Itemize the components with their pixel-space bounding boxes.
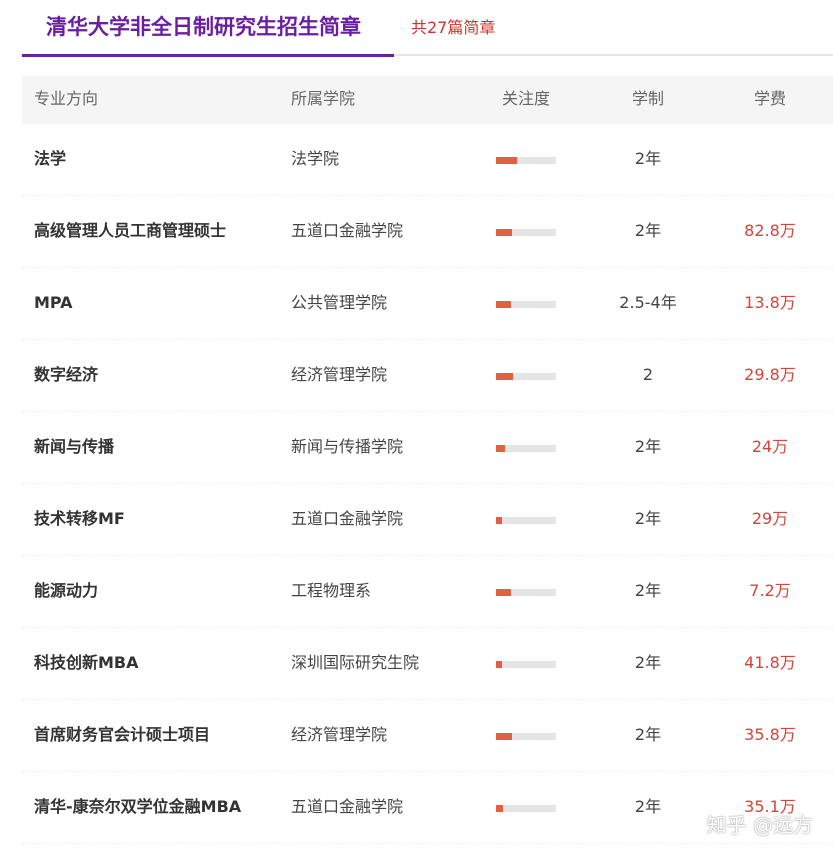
attention-bar-fill bbox=[496, 229, 513, 236]
table-row[interactable]: 技术转移MF 五道口金融学院 2年 29万 bbox=[22, 484, 833, 556]
college-name: 五道口金融学院 bbox=[291, 797, 404, 816]
attention-bar bbox=[496, 301, 556, 308]
table-header: 专业方向 所属学院 关注度 学制 学费 bbox=[22, 76, 833, 124]
major-name[interactable]: 数字经济 bbox=[34, 340, 98, 410]
study-years: 2年 bbox=[634, 581, 662, 600]
major-name[interactable]: 能源动力 bbox=[34, 556, 98, 626]
table-row[interactable]: 新闻与传播 新闻与传播学院 2年 24万 bbox=[22, 412, 833, 484]
tab-title[interactable]: 清华大学非全日制研究生招生简章 bbox=[22, 0, 394, 57]
tuition-fee: 35.8万 bbox=[744, 725, 796, 744]
attention-bar bbox=[496, 805, 556, 812]
major-name[interactable]: 法学 bbox=[34, 124, 66, 194]
study-years: 2.5-4年 bbox=[619, 293, 677, 312]
table-row[interactable]: 法学 法学院 2年 bbox=[22, 124, 833, 196]
attention-bar bbox=[496, 517, 556, 524]
attention-bar bbox=[496, 733, 556, 740]
attention-bar bbox=[496, 589, 556, 596]
major-name[interactable]: 高级管理人员工商管理硕士 bbox=[34, 196, 226, 266]
tuition-fee: 41.8万 bbox=[744, 653, 796, 672]
major-name[interactable]: MPA bbox=[34, 268, 73, 338]
header: 清华大学非全日制研究生招生简章 共27篇简章 bbox=[22, 0, 833, 58]
college-name: 经济管理学院 bbox=[291, 365, 388, 384]
tuition-fee: 29万 bbox=[751, 509, 789, 528]
table-row[interactable]: 数字经济 经济管理学院 2 29.8万 bbox=[22, 340, 833, 412]
college-name: 深圳国际研究生院 bbox=[291, 653, 420, 672]
table-row[interactable]: 能源动力 工程物理系 2年 7.2万 bbox=[22, 556, 833, 628]
table-row[interactable]: 首席财务官会计硕士项目 经济管理学院 2年 35.8万 bbox=[22, 700, 833, 772]
attention-bar-fill bbox=[496, 661, 502, 668]
col-header-attention: 关注度 bbox=[501, 89, 550, 108]
study-years: 2年 bbox=[634, 437, 662, 456]
study-years: 2 bbox=[642, 365, 654, 384]
attention-bar bbox=[496, 229, 556, 236]
study-years: 2年 bbox=[634, 725, 662, 744]
tuition-fee: 29.8万 bbox=[744, 365, 796, 384]
tuition-fee: 82.8万 bbox=[744, 221, 796, 240]
attention-bar-fill bbox=[496, 589, 511, 596]
tuition-fee: 13.8万 bbox=[744, 293, 796, 312]
program-table: 专业方向 所属学院 关注度 学制 学费 法学 法学院 2年 高级管理人员工商管理硕士五… bbox=[22, 76, 833, 844]
attention-bar-fill bbox=[496, 445, 505, 452]
tuition-fee: 7.2万 bbox=[749, 581, 791, 600]
study-years: 2年 bbox=[634, 653, 662, 672]
col-header-years: 学制 bbox=[631, 89, 664, 108]
major-name[interactable]: 首席财务官会计硕士项目 bbox=[34, 700, 210, 770]
college-name: 工程物理系 bbox=[291, 581, 372, 600]
college-name: 公共管理学院 bbox=[291, 293, 388, 312]
major-name[interactable]: 清华-康奈尔双学位金融MBA bbox=[34, 772, 241, 842]
table-row[interactable]: 科技创新MBA 深圳国际研究生院 2年 41.8万 bbox=[22, 628, 833, 700]
tuition-fee: 24万 bbox=[751, 437, 789, 456]
attention-bar-fill bbox=[496, 517, 502, 524]
table-body: 法学 法学院 2年 高级管理人员工商管理硕士 五道口金融学院 2年 82.8万 MPA 公共管理… bbox=[22, 124, 833, 844]
college-name: 五道口金融学院 bbox=[291, 509, 404, 528]
attention-bar bbox=[496, 157, 556, 164]
college-name: 新闻与传播学院 bbox=[291, 437, 404, 456]
study-years: 2年 bbox=[634, 221, 662, 240]
attention-bar-fill bbox=[496, 373, 513, 380]
table-row[interactable]: MPA 公共管理学院 2.5-4年 13.8万 bbox=[22, 268, 833, 340]
college-name: 法学院 bbox=[291, 149, 340, 168]
col-header-major: 专业方向 bbox=[34, 89, 99, 108]
attention-bar bbox=[496, 445, 556, 452]
col-header-fee: 学费 bbox=[753, 89, 786, 108]
brochure-count: 共27篇简章 bbox=[411, 18, 496, 37]
attention-bar-fill bbox=[496, 805, 504, 812]
table-row[interactable]: 高级管理人员工商管理硕士 五道口金融学院 2年 82.8万 bbox=[22, 196, 833, 268]
major-name[interactable]: 技术转移MF bbox=[34, 484, 125, 554]
college-name: 经济管理学院 bbox=[291, 725, 388, 744]
attention-bar-fill bbox=[496, 157, 517, 164]
attention-bar bbox=[496, 661, 556, 668]
attention-bar-fill bbox=[496, 733, 513, 740]
col-header-college: 所属学院 bbox=[291, 89, 356, 108]
study-years: 2年 bbox=[634, 797, 662, 816]
study-years: 2年 bbox=[634, 509, 662, 528]
major-name[interactable]: 科技创新MBA bbox=[34, 628, 139, 698]
attention-bar bbox=[496, 373, 556, 380]
study-years: 2年 bbox=[634, 149, 662, 168]
attention-bar-fill bbox=[496, 301, 511, 308]
watermark: 知乎 @远方 bbox=[706, 813, 813, 837]
college-name: 五道口金融学院 bbox=[291, 221, 404, 240]
major-name[interactable]: 新闻与传播 bbox=[34, 412, 114, 482]
